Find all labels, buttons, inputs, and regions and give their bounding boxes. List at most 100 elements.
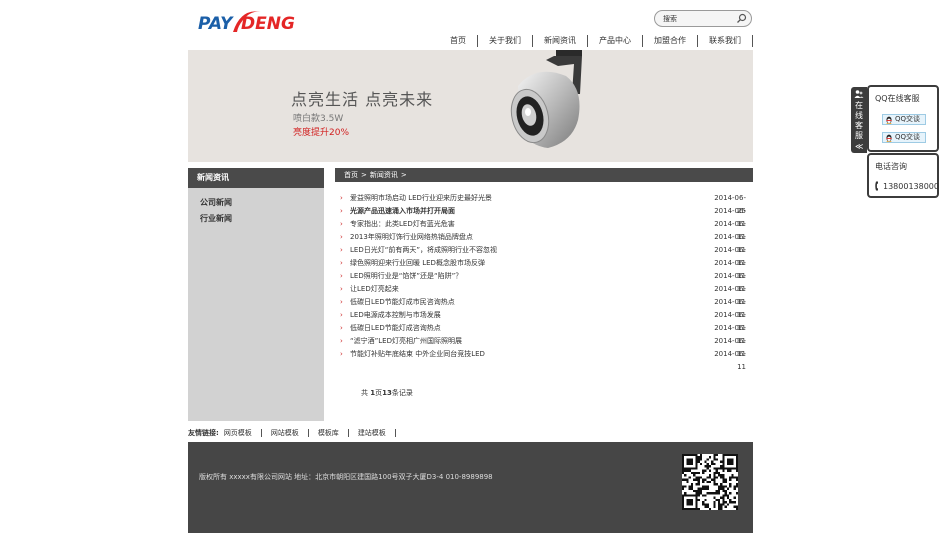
- user-group-icon: [854, 90, 864, 98]
- breadcrumb-separator: >: [361, 171, 367, 179]
- sidebar-item-industry-news[interactable]: 行业新闻: [188, 211, 324, 227]
- qq-service-title: QQ在线客服: [875, 94, 920, 103]
- news-date: 2014-06-11: [714, 311, 746, 332]
- news-date: 2014-06-25: [714, 194, 746, 215]
- news-row[interactable]: › LED照明行业是“馅饼”还是“陷阱”？ 2014-06-11: [340, 270, 746, 293]
- news-title-link[interactable]: 让LED灯亮起来: [350, 283, 706, 296]
- news-list: › 爱益照明市场启动 LED行业迎来历史最好光景 2014-06-25 › 光源产品迅速…: [340, 192, 746, 371]
- news-row[interactable]: › 低碳日LED节能灯成市民咨询热点 2014-06-11: [340, 296, 746, 319]
- breadcrumb: 首页 > 新闻资讯 >: [335, 168, 753, 182]
- phone-service-box: 电话咨询 13800138000: [867, 153, 939, 198]
- search-icon[interactable]: [736, 13, 747, 24]
- friend-links: 友情链接: 网页模板 网站模板 模板库 建站模板: [188, 428, 396, 438]
- chevron-right-icon: ›: [340, 350, 343, 358]
- qr-code-icon: [682, 454, 738, 510]
- chevron-right-icon: ›: [340, 233, 343, 241]
- nav-item-home[interactable]: 首页: [439, 35, 478, 47]
- breadcrumb-news[interactable]: 新闻资讯: [370, 168, 398, 182]
- news-row[interactable]: › 专家指出：此类LED灯有蓝光危害 2014-06-11: [340, 218, 746, 241]
- news-title-link[interactable]: 绿色照明迎来行业回暖 LED概念股市场反弹: [350, 257, 706, 270]
- news-date: 2014-06-11: [714, 298, 746, 319]
- collapse-arrow-icon[interactable]: ≪: [855, 142, 863, 151]
- footer: 版权所有 xxxxx有限公司网站 地址：北京市朝阳区建国路100号双子大厦D3-…: [188, 442, 753, 533]
- news-row[interactable]: › LED电源成本控制与市场发展 2014-06-11: [340, 309, 746, 332]
- news-row[interactable]: › 节能灯补贴年底结束 中外企业同台竞技LED 2014-06-11: [340, 348, 746, 371]
- hero-banner[interactable]: 点亮生活 点亮未来 喷白款3.5W 亮度提升20%: [188, 50, 753, 162]
- news-row[interactable]: › 2013年照明灯饰行业网络热销品牌盘点 2014-06-11: [340, 231, 746, 254]
- news-row[interactable]: › LED日光灯“前有两天”，将成照明行业不容忽视 2014-06-11: [340, 244, 746, 267]
- chevron-right-icon: ›: [340, 246, 343, 254]
- news-date: 2014-06-11: [714, 272, 746, 293]
- chevron-right-icon: ›: [340, 324, 343, 332]
- news-date: 2014-06-11: [714, 246, 746, 267]
- news-date: 2014-06-11: [714, 259, 746, 280]
- phone-number: 13800138000: [883, 181, 939, 191]
- news-row[interactable]: › 低碳日LED节能灯成咨询热点 2014-06-11: [340, 322, 746, 345]
- sidebar-item-company-news[interactable]: 公司新闻: [188, 195, 324, 211]
- news-date: 2014-06-11: [714, 285, 746, 306]
- pager-prefix: 共: [361, 389, 368, 397]
- chevron-right-icon: ›: [340, 337, 343, 345]
- nav-item-about[interactable]: 关于我们: [478, 35, 533, 47]
- friend-link[interactable]: 模板库: [309, 429, 349, 437]
- news-row[interactable]: › 绿色照明迎来行业回暖 LED概念股市场反弹 2014-06-11: [340, 257, 746, 280]
- phone-icon: [875, 181, 878, 191]
- chevron-right-icon: ›: [340, 259, 343, 267]
- qq-chat-label: QQ交谈: [895, 115, 921, 123]
- friend-link[interactable]: 建站模板: [349, 429, 396, 437]
- qq-chat-label: QQ交谈: [895, 133, 921, 141]
- nav-item-franchise[interactable]: 加盟合作: [643, 35, 698, 47]
- news-date: 2014-06-11: [714, 350, 746, 371]
- news-date: 2014-06-11: [714, 233, 746, 254]
- news-date: 2014-06-11: [714, 324, 746, 345]
- news-date: 2014-06-11: [714, 337, 746, 358]
- qq-chat-button[interactable]: QQ交谈: [882, 132, 926, 143]
- news-row[interactable]: › 爱益照明市场启动 LED行业迎来历史最好光景 2014-06-25: [340, 192, 746, 215]
- logo-text-pay: PAY: [198, 14, 234, 34]
- banner-title: 点亮生活 点亮未来: [291, 90, 434, 109]
- customer-service-tab[interactable]: 在线客服 ≪: [851, 87, 867, 153]
- news-title-link[interactable]: LED日光灯“前有两天”，将成照明行业不容忽视: [350, 244, 706, 257]
- friend-links-label: 友情链接:: [188, 429, 219, 437]
- news-title-link[interactable]: 爱益照明市场启动 LED行业迎来历史最好光景: [350, 192, 706, 205]
- chevron-right-icon: ›: [340, 311, 343, 319]
- search-input[interactable]: [663, 13, 735, 24]
- pager-count: 13: [382, 389, 392, 397]
- news-title-link[interactable]: 专家指出：此类LED灯有蓝光危害: [350, 218, 706, 231]
- phone-contact[interactable]: 13800138000: [875, 181, 939, 191]
- chevron-right-icon: ›: [340, 298, 343, 306]
- news-title-link[interactable]: LED电源成本控制与市场发展: [350, 309, 706, 322]
- spotlight-lamp-icon: [510, 50, 582, 148]
- search-box: [654, 10, 752, 27]
- chevron-right-icon: ›: [340, 194, 343, 202]
- qq-chat-button[interactable]: QQ交谈: [882, 114, 926, 125]
- news-title-link[interactable]: “滤宁酒”LED灯亮相广州国际照明展: [350, 335, 706, 348]
- news-title-link[interactable]: 低碳日LED节能灯成咨询热点: [350, 322, 706, 335]
- nav-item-news[interactable]: 新闻资讯: [533, 35, 588, 47]
- qq-service-box: QQ在线客服 QQ交谈 QQ交谈: [867, 85, 939, 152]
- banner-subtitle: 喷白款3.5W: [293, 114, 344, 124]
- nav-item-contact[interactable]: 联系我们: [698, 35, 753, 47]
- news-title-link[interactable]: 2013年照明灯饰行业网络热销品牌盘点: [350, 231, 706, 244]
- brand-logo[interactable]: PAY DENG: [197, 6, 307, 40]
- news-row[interactable]: › 光源产品迅速涌入市场并打开局面 2014-06-11: [340, 205, 746, 228]
- news-row[interactable]: › “滤宁酒”LED灯亮相广州国际照明展 2014-06-11: [340, 335, 746, 358]
- qq-penguin-icon: [886, 116, 892, 124]
- chevron-right-icon: ›: [340, 272, 343, 280]
- news-title-link[interactable]: 节能灯补贴年底结束 中外企业同台竞技LED: [350, 348, 706, 361]
- pager-suffix: 条记录: [391, 389, 413, 397]
- news-row[interactable]: › 让LED灯亮起来 2014-06-11: [340, 283, 746, 306]
- news-title-link[interactable]: 光源产品迅速涌入市场并打开局面: [350, 205, 706, 218]
- footer-copyright: 版权所有 xxxxx有限公司网站 地址：北京市朝阳区建国路100号双子大厦D3-…: [199, 473, 493, 481]
- news-title-link[interactable]: 低碳日LED节能灯成市民咨询热点: [350, 296, 706, 309]
- logo-text-deng: DENG: [241, 14, 295, 34]
- news-date: 2014-06-11: [714, 220, 746, 241]
- friend-link[interactable]: 网页模板: [224, 429, 262, 437]
- news-title-link[interactable]: LED照明行业是“馅饼”还是“陷阱”？: [350, 270, 706, 283]
- main-nav: 首页 关于我们 新闻资讯 产品中心 加盟合作 联系我们: [439, 34, 753, 48]
- nav-item-products[interactable]: 产品中心: [588, 35, 643, 47]
- breadcrumb-home[interactable]: 首页: [344, 168, 358, 182]
- friend-link[interactable]: 网站模板: [262, 429, 309, 437]
- breadcrumb-separator: >: [400, 171, 407, 179]
- chevron-right-icon: ›: [340, 285, 343, 293]
